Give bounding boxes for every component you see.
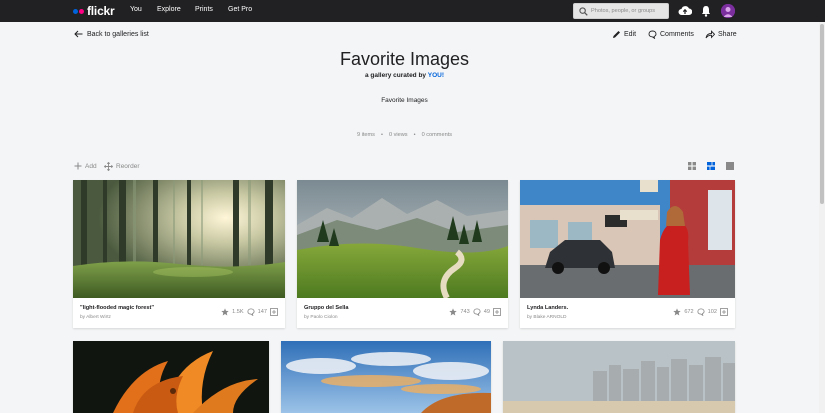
- comments-label: Comments: [660, 31, 694, 38]
- comments-count: 147: [257, 309, 267, 315]
- reorder-button[interactable]: Reorder: [104, 162, 139, 171]
- scrollbar-thumb[interactable]: [820, 24, 824, 204]
- edit-label: Edit: [624, 31, 637, 38]
- page-scrollbar[interactable]: [819, 22, 825, 413]
- share-button[interactable]: Share: [705, 30, 737, 39]
- plus-icon: [74, 162, 82, 170]
- bell-icon[interactable]: [701, 5, 711, 17]
- avatar[interactable]: [721, 4, 735, 18]
- gallery-photo-card[interactable]: [281, 341, 491, 413]
- gallery-photo-card[interactable]: "light-flooded magic forest" by Albert W…: [73, 180, 285, 328]
- views-count: 0 views: [388, 132, 408, 138]
- photo-stats: 1.5K 147: [221, 308, 278, 316]
- card-meta: Gruppo del Sella by Paolo Ciolon 743 49: [297, 298, 508, 328]
- add-button[interactable]: Add: [74, 162, 97, 170]
- back-label: Back to galleries list: [87, 30, 149, 38]
- top-nav-bar: flickr You Explore Prints Get Pro: [0, 0, 825, 22]
- comments-button[interactable]: Comments: [648, 30, 694, 39]
- gallery-title: Favorite Images: [339, 49, 470, 69]
- nav-prints[interactable]: Prints: [195, 6, 213, 13]
- grid-view-icon[interactable]: [688, 162, 696, 170]
- photo-title[interactable]: "light-flooded magic forest": [80, 305, 154, 311]
- add-to-gallery-icon[interactable]: [720, 308, 728, 316]
- star-icon[interactable]: [673, 308, 681, 316]
- share-arrow-icon: [705, 30, 715, 39]
- move-arrows-icon: [104, 162, 113, 171]
- stat-separator: •: [380, 132, 383, 138]
- comments-count: 102: [707, 309, 717, 315]
- curator-link[interactable]: YOU!: [428, 72, 444, 79]
- gallery-curator-line: a gallery curated by YOU!: [0, 72, 809, 79]
- comment-icon[interactable]: [247, 308, 255, 316]
- logo-pink-dot: [79, 8, 84, 14]
- flickr-logo[interactable]: flickr: [73, 4, 115, 18]
- card-meta: Lynda Landers. by Blake ARNOLD 672 102: [520, 298, 735, 328]
- photo-stats: 672 102: [673, 308, 728, 316]
- back-to-galleries-link[interactable]: Back to galleries list: [74, 30, 149, 38]
- curated-prefix: a gallery curated by: [364, 72, 427, 79]
- upload-cloud-icon[interactable]: [678, 4, 692, 17]
- nav-you[interactable]: You: [130, 6, 142, 13]
- logo-blue-dot: [73, 8, 78, 14]
- photo-title[interactable]: Gruppo del Sella: [304, 305, 348, 311]
- photo-owner[interactable]: by Albert Wirtz: [80, 315, 111, 320]
- faves-count: 743: [460, 309, 470, 315]
- nav-get-pro[interactable]: Get Pro: [228, 6, 252, 13]
- comments-count: 0 comments: [421, 132, 453, 138]
- photo-stats: 743 49: [449, 308, 501, 316]
- gallery-photo-card[interactable]: [503, 341, 735, 413]
- faves-count: 672: [684, 309, 694, 315]
- items-count: 9 items: [356, 132, 375, 138]
- photo-title[interactable]: Lynda Landers.: [527, 305, 568, 311]
- star-icon[interactable]: [221, 308, 229, 316]
- comment-icon[interactable]: [697, 308, 705, 316]
- comments-count: 49: [483, 309, 490, 315]
- avatar-image: [721, 4, 735, 18]
- faves-count: 1.5K: [232, 309, 244, 315]
- stat-separator: •: [413, 132, 416, 138]
- add-to-gallery-icon[interactable]: [270, 308, 278, 316]
- card-meta: "light-flooded magic forest" by Albert W…: [73, 298, 285, 328]
- add-to-gallery-icon[interactable]: [493, 308, 501, 316]
- edit-button[interactable]: Edit: [612, 30, 636, 39]
- share-label: Share: [718, 31, 737, 38]
- search-icon[interactable]: [579, 7, 588, 16]
- add-label: Add: [85, 162, 97, 170]
- photo-forest[interactable]: [73, 180, 285, 298]
- star-icon[interactable]: [449, 308, 458, 316]
- photo-owner[interactable]: by Blake ARNOLD: [527, 315, 566, 320]
- pencil-icon: [613, 31, 620, 38]
- justified-view-icon[interactable]: [707, 162, 715, 170]
- reorder-label: Reorder: [116, 163, 140, 170]
- photo-cloudy-sunset[interactable]: [281, 341, 491, 413]
- photo-mountains[interactable]: [297, 180, 508, 298]
- gallery-photo-card[interactable]: Gruppo del Sella by Paolo Ciolon 743 49: [297, 180, 508, 328]
- search-input[interactable]: [591, 5, 667, 17]
- speech-bubble-icon: [648, 30, 657, 39]
- gallery-photo-card[interactable]: Lynda Landers. by Blake ARNOLD 672 102: [520, 180, 735, 328]
- single-view-icon[interactable]: [726, 162, 734, 170]
- photo-street-scene[interactable]: [520, 180, 735, 298]
- photo-owner[interactable]: by Paolo Ciolon: [304, 315, 338, 320]
- photo-orange-lily[interactable]: [73, 341, 269, 413]
- gallery-photo-card[interactable]: [73, 341, 269, 413]
- photo-beach-city[interactable]: [503, 341, 735, 413]
- logo-wordmark: flickr: [87, 4, 115, 18]
- comment-icon[interactable]: [473, 308, 481, 316]
- arrow-left-icon: [74, 30, 83, 38]
- gallery-description: Favorite Images: [381, 97, 428, 104]
- nav-explore[interactable]: Explore: [157, 6, 181, 13]
- search-box[interactable]: [573, 3, 669, 19]
- gallery-stats: 9 items • 0 views • 0 comments: [0, 132, 809, 138]
